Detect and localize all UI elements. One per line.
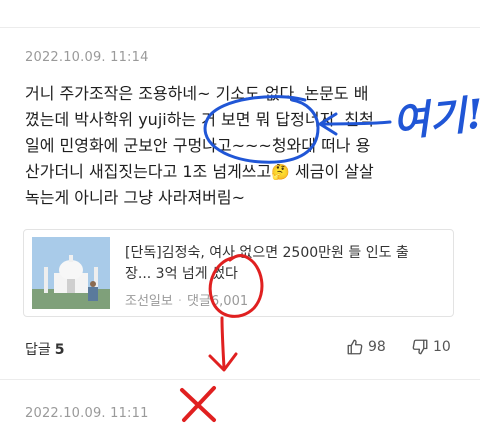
- news-meta: 조선일보 · 댓글6,001: [125, 290, 248, 309]
- blue-text-annotation: 여기!: [390, 90, 480, 147]
- comment-timestamp: 2022.10.09. 11:14: [25, 50, 149, 65]
- thinking-face-emoji-icon: 🤔: [271, 163, 290, 181]
- reply-count: 5: [54, 342, 65, 358]
- meta-separator: ·: [177, 294, 182, 309]
- thumbs-up-icon: [346, 338, 364, 356]
- comment-divider: [0, 379, 480, 380]
- dislike-count: 10: [433, 339, 451, 355]
- reply-button[interactable]: 답글 5: [25, 339, 65, 359]
- comment-line-text: 산가더니 새집짓는다고 1조 넘게쓰고: [25, 162, 272, 181]
- thumbs-down-icon: [411, 338, 429, 356]
- like-button[interactable]: 98: [346, 338, 386, 356]
- news-thumbnail: [32, 237, 110, 309]
- comment-line-tail: 세금이 살살: [289, 162, 374, 181]
- news-title[interactable]: [단독]김정숙, 여사 없으면 2500만원 들 인도 출 장... 3억 넘게…: [125, 243, 445, 285]
- red-x-annotation: [180, 386, 216, 422]
- top-divider: [0, 27, 480, 28]
- dislike-button[interactable]: 10: [411, 338, 451, 356]
- news-source: 조선일보: [125, 294, 173, 309]
- comment-line: 녹는게 아니라 그냥 사라져버림~: [25, 188, 246, 207]
- news-comment-count: 6,001: [210, 294, 249, 309]
- news-title-line: [단독]김정숙, 여사 없으면 2500만원 들 인도 출: [125, 245, 409, 261]
- comment-line: 산가더니 새집짓는다고 1조 넘게쓰고🤔 세금이 살살: [25, 159, 465, 185]
- reply-label: 답글: [25, 342, 51, 358]
- comment-timestamp: 2022.10.09. 11:11: [25, 406, 149, 421]
- news-link-card[interactable]: [단독]김정숙, 여사 없으면 2500만원 들 인도 출 장... 3억 넘게…: [23, 229, 454, 317]
- red-arrow-annotation: [220, 316, 226, 370]
- news-comment-label: 댓글: [186, 294, 211, 309]
- news-title-line: 장... 3억 넘게 썼다: [125, 266, 238, 282]
- like-count: 98: [368, 339, 386, 355]
